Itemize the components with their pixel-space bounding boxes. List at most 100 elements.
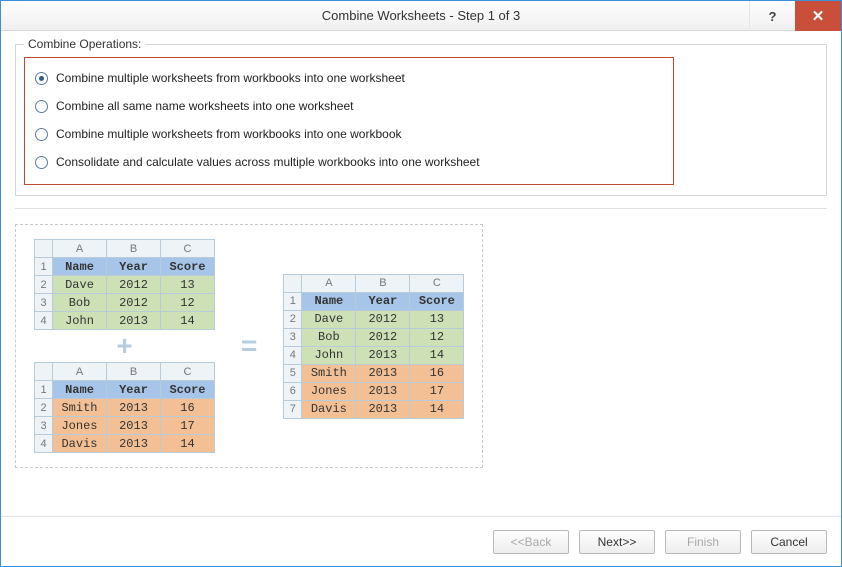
option-combine-into-one-workbook[interactable]: Combine multiple worksheets from workboo… (35, 120, 663, 148)
header-cell: Name (302, 292, 356, 310)
radio-label: Consolidate and calculate values across … (56, 155, 480, 169)
data-cell: 2013 (356, 364, 410, 382)
data-cell: 2013 (107, 435, 161, 453)
data-cell: 2012 (107, 294, 161, 312)
highlight-box: Combine multiple worksheets from workboo… (24, 57, 674, 185)
titlebar: Combine Worksheets - Step 1 of 3 ? ✕ (1, 1, 841, 31)
row-header: 7 (284, 400, 302, 418)
data-cell: Dave (53, 276, 107, 294)
row-header: 3 (35, 294, 53, 312)
data-cell: 17 (410, 382, 464, 400)
data-cell: Smith (302, 364, 356, 382)
data-cell: 12 (410, 328, 464, 346)
col-header: C (161, 363, 215, 381)
corner-cell (35, 363, 53, 381)
corner-cell (284, 274, 302, 292)
col-header: B (356, 274, 410, 292)
data-cell: 2012 (356, 310, 410, 328)
radio-label: Combine multiple worksheets from workboo… (56, 127, 402, 141)
close-button[interactable]: ✕ (795, 1, 841, 31)
row-header: 4 (35, 312, 53, 330)
radio-icon (35, 72, 48, 85)
header-cell: Score (410, 292, 464, 310)
data-cell: 17 (161, 417, 215, 435)
option-consolidate-values[interactable]: Consolidate and calculate values across … (35, 148, 663, 176)
data-cell: 14 (161, 312, 215, 330)
radio-icon (35, 100, 48, 113)
dialog-window: Combine Worksheets - Step 1 of 3 ? ✕ Com… (0, 0, 842, 567)
equals-icon: = (235, 332, 263, 360)
corner-cell (35, 240, 53, 258)
data-cell: John (302, 346, 356, 364)
window-title: Combine Worksheets - Step 1 of 3 (322, 8, 520, 23)
data-cell: John (53, 312, 107, 330)
data-cell: Bob (53, 294, 107, 312)
finish-button[interactable]: Finish (665, 530, 741, 554)
data-cell: 16 (410, 364, 464, 382)
row-header: 1 (284, 292, 302, 310)
result-table: A B C 1 Name Year Score 2 Dav (283, 274, 464, 419)
group-label: Combine Operations: (24, 37, 145, 51)
help-button[interactable]: ? (749, 1, 795, 31)
data-cell: Smith (53, 399, 107, 417)
data-cell: Bob (302, 328, 356, 346)
combine-operations-group: Combine Operations: Combine multiple wor… (15, 37, 827, 196)
row-header: 2 (35, 276, 53, 294)
next-button[interactable]: Next>> (579, 530, 655, 554)
radio-label: Combine multiple worksheets from workboo… (56, 71, 405, 85)
header-cell: Name (53, 258, 107, 276)
data-cell: 2013 (107, 399, 161, 417)
header-cell: Name (53, 381, 107, 399)
col-header: C (410, 274, 464, 292)
row-header: 5 (284, 364, 302, 382)
row-header: 6 (284, 382, 302, 400)
separator (15, 202, 827, 214)
data-cell: Jones (302, 382, 356, 400)
preview-box: A B C 1 Name Year Score (15, 224, 483, 468)
source-table-1: A B C 1 Name Year Score (34, 239, 215, 330)
radio-label: Combine all same name worksheets into on… (56, 99, 353, 113)
col-header: B (107, 240, 161, 258)
row-header: 4 (284, 346, 302, 364)
header-cell: Score (161, 381, 215, 399)
header-cell: Year (356, 292, 410, 310)
data-cell: 2013 (107, 312, 161, 330)
header-cell: Score (161, 258, 215, 276)
data-cell: Jones (53, 417, 107, 435)
preview-area: A B C 1 Name Year Score (15, 216, 827, 516)
window-controls: ? ✕ (749, 1, 841, 30)
col-header: A (53, 240, 107, 258)
cancel-button[interactable]: Cancel (751, 530, 827, 554)
data-cell: 2013 (107, 417, 161, 435)
data-cell: Davis (302, 400, 356, 418)
option-combine-into-one-worksheet[interactable]: Combine multiple worksheets from workboo… (35, 64, 663, 92)
source-tables-stack: A B C 1 Name Year Score (34, 239, 215, 453)
content-area: Combine Operations: Combine multiple wor… (1, 31, 841, 516)
data-cell: 13 (161, 276, 215, 294)
row-header: 1 (35, 258, 53, 276)
data-cell: 12 (161, 294, 215, 312)
row-header: 2 (35, 399, 53, 417)
source-table-2: A B C 1 Name Year Score (34, 362, 215, 453)
radio-icon (35, 156, 48, 169)
option-combine-same-name[interactable]: Combine all same name worksheets into on… (35, 92, 663, 120)
data-cell: Dave (302, 310, 356, 328)
col-header: B (107, 363, 161, 381)
col-header: C (161, 240, 215, 258)
row-header: 1 (35, 381, 53, 399)
data-cell: 2013 (356, 346, 410, 364)
col-header: A (53, 363, 107, 381)
data-cell: 2012 (107, 276, 161, 294)
header-cell: Year (107, 381, 161, 399)
data-cell: Davis (53, 435, 107, 453)
row-header: 3 (284, 328, 302, 346)
row-header: 3 (35, 417, 53, 435)
header-cell: Year (107, 258, 161, 276)
data-cell: 13 (410, 310, 464, 328)
footer: <<Back Next>> Finish Cancel (1, 516, 841, 566)
row-header: 4 (35, 435, 53, 453)
radio-icon (35, 128, 48, 141)
data-cell: 2013 (356, 382, 410, 400)
back-button[interactable]: <<Back (493, 530, 569, 554)
data-cell: 14 (410, 400, 464, 418)
